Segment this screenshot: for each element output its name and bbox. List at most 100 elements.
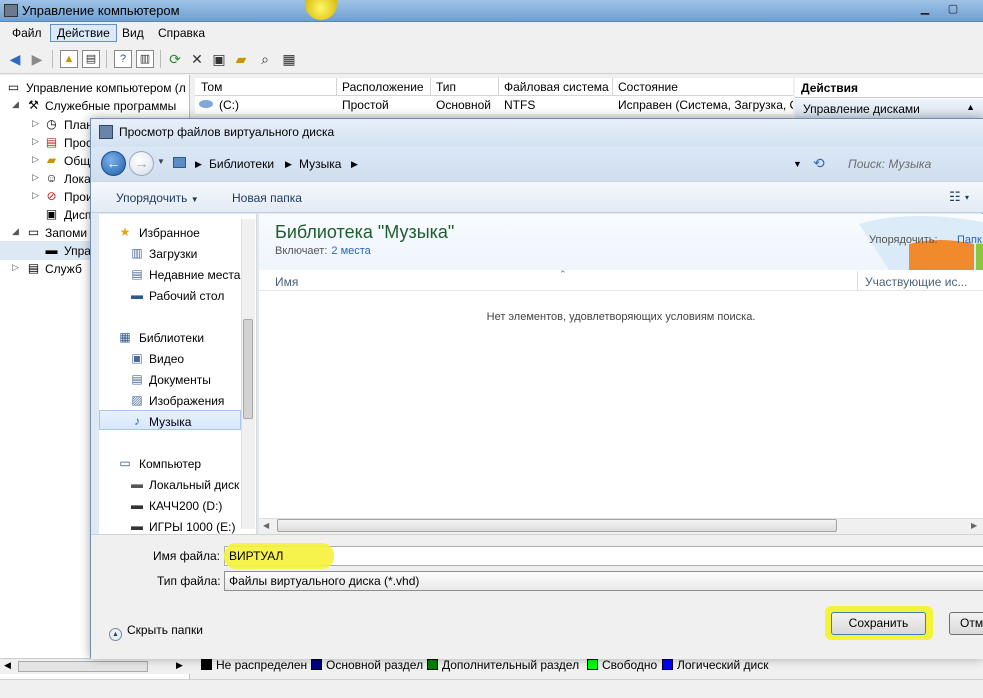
column-header-contributing-artists[interactable]: Участвующие ис... xyxy=(865,275,967,289)
breadcrumb-libraries[interactable]: Библиотеки xyxy=(209,157,274,171)
minimize-button[interactable]: ▁ xyxy=(914,2,936,18)
column-header-layout[interactable]: Расположение xyxy=(342,80,424,94)
open-folder-icon[interactable]: ▰ xyxy=(232,50,250,68)
file-list-scroll-thumb[interactable] xyxy=(277,519,837,532)
filename-label: Имя файла: xyxy=(153,549,220,563)
column-divider[interactable] xyxy=(430,78,431,95)
volume-layout: Простой xyxy=(342,98,389,112)
properties-icon[interactable]: ▣ xyxy=(210,50,228,68)
scroll-thumb[interactable] xyxy=(18,661,148,672)
nav-computer[interactable]: ▭ Компьютер xyxy=(99,453,241,473)
nav-documents[interactable]: ▤ Документы xyxy=(99,369,241,389)
scroll-left-icon[interactable]: ◀ xyxy=(4,660,11,671)
maximize-button[interactable]: ▢ xyxy=(942,2,964,18)
breadcrumb[interactable]: ▶ Библиотеки ▶ Музыка ▶ ▼ xyxy=(173,152,802,175)
back-arrow-icon[interactable]: ◀ xyxy=(6,50,24,68)
collapse-up-icon[interactable]: ▲ xyxy=(966,102,975,112)
new-folder-button[interactable]: Новая папка xyxy=(232,191,302,205)
hide-folders-button[interactable]: ▲ Скрыть папки xyxy=(109,623,203,641)
delete-icon[interactable]: ✕ xyxy=(188,50,206,68)
console-tree-icon[interactable]: ▤ xyxy=(82,50,100,68)
settings-icon[interactable]: ▦ xyxy=(280,50,298,68)
column-header-file-system[interactable]: Файловая система xyxy=(504,80,609,94)
toolbar-separator xyxy=(52,50,53,68)
menu-action[interactable]: Действие xyxy=(50,24,117,42)
organize-button[interactable]: Упорядочить ▼ xyxy=(116,191,199,205)
expand-arrow-icon[interactable]: ▷ xyxy=(32,154,39,165)
nav-recent-places[interactable]: ▤ Недавние места xyxy=(99,264,241,284)
nav-drive-d[interactable]: ▬ КАЧЧ200 (D:) xyxy=(99,495,241,515)
search-magnifier-icon[interactable]: ⌕ xyxy=(256,50,274,68)
collapse-arrow-icon[interactable]: ◢ xyxy=(12,99,19,110)
tree-horizontal-scrollbar[interactable]: ◀ ▶ xyxy=(0,658,190,674)
volume-icon xyxy=(199,100,213,108)
column-header-type[interactable]: Тип xyxy=(436,80,456,94)
volume-status: Исправен (Система, Загрузка, С xyxy=(618,98,793,112)
tree-item-system-tools[interactable]: ◢ ⚒ Служебные программы xyxy=(0,96,190,115)
refresh-icon[interactable]: ⟲ xyxy=(813,155,825,172)
main-toolbar: ◀ ▶ ▲ ▤ ? ▥ ⟳ ✕ ▣ ▰ ⌕ ▦ xyxy=(0,44,983,74)
column-divider[interactable] xyxy=(498,78,499,95)
back-button[interactable]: ← xyxy=(101,151,126,176)
cancel-button[interactable]: Отм xyxy=(949,612,983,635)
legend-swatch xyxy=(587,659,598,670)
column-header-volume[interactable]: Том xyxy=(201,80,222,94)
table-row[interactable]: (C:) Простой Основной NTFS Исправен (Сис… xyxy=(195,96,793,114)
column-header-status[interactable]: Состояние xyxy=(618,80,678,94)
filename-field[interactable] xyxy=(224,546,983,566)
breadcrumb-separator-icon[interactable]: ▶ xyxy=(195,159,202,170)
nav-libraries[interactable]: ▦ Библиотеки xyxy=(99,327,241,347)
nav-local-disk[interactable]: ▬ Локальный диск xyxy=(99,474,241,494)
view-options-icon[interactable]: ☷ xyxy=(949,189,961,205)
nav-downloads[interactable]: ▥ Загрузки xyxy=(99,243,241,263)
search-input[interactable]: Поиск: Музыка xyxy=(829,152,983,175)
filetype-select[interactable]: Файлы виртуального диска (*.vhd) xyxy=(224,571,983,591)
tree-item-computer-management[interactable]: ▭ Управление компьютером (л xyxy=(0,78,190,97)
scroll-right-icon[interactable]: ▶ xyxy=(971,521,977,530)
library-header: Библиотека "Музыка" Включает: 2 места Упо… xyxy=(259,214,983,270)
performance-icon: ⊘ xyxy=(46,189,57,203)
scroll-right-icon[interactable]: ▶ xyxy=(176,660,183,671)
column-divider[interactable] xyxy=(336,78,337,95)
breadcrumb-separator-icon[interactable]: ▶ xyxy=(351,159,358,170)
library-locations-link[interactable]: 2 места xyxy=(331,245,370,257)
address-dropdown-icon[interactable]: ▼ xyxy=(793,159,802,169)
nav-music[interactable]: ♪ Музыка xyxy=(99,410,241,430)
column-divider[interactable] xyxy=(612,78,613,95)
forward-arrow-icon[interactable]: ▶ xyxy=(28,50,46,68)
nav-pictures[interactable]: ▨ Изображения xyxy=(99,390,241,410)
computer-icon: ▭ xyxy=(119,456,131,470)
nav-videos[interactable]: ▣ Видео xyxy=(99,348,241,368)
recent-dropdown-icon[interactable]: ▼ xyxy=(157,157,165,166)
dropdown-arrow-icon: ▼ xyxy=(190,195,199,204)
menu-view[interactable]: Вид xyxy=(116,25,150,41)
forward-button[interactable]: → xyxy=(129,151,154,176)
collapse-arrow-icon[interactable]: ◢ xyxy=(12,226,19,237)
nav-scroll-thumb[interactable] xyxy=(243,319,253,419)
expand-arrow-icon[interactable]: ▷ xyxy=(12,262,19,273)
nav-drive-e[interactable]: ▬ ИГРЫ 1000 (E:) xyxy=(99,516,241,536)
breadcrumb-music[interactable]: Музыка xyxy=(299,157,341,171)
nav-favorites[interactable]: ★ Избранное xyxy=(99,222,241,242)
window-title: Управление компьютером xyxy=(22,3,180,18)
expand-arrow-icon[interactable]: ▷ xyxy=(32,136,39,147)
help-icon[interactable]: ? xyxy=(114,50,132,68)
expand-arrow-icon[interactable]: ▷ xyxy=(32,118,39,129)
menu-file[interactable]: Файл xyxy=(6,25,48,41)
column-divider[interactable] xyxy=(857,271,858,291)
arrange-by-link[interactable]: Папк xyxy=(957,234,982,246)
properties-pane-icon[interactable]: ▥ xyxy=(136,50,154,68)
save-button[interactable]: Сохранить xyxy=(831,612,926,635)
column-header-name[interactable]: Имя xyxy=(275,275,298,289)
nav-desktop[interactable]: ▬ Рабочий стол xyxy=(99,285,241,305)
scroll-left-icon[interactable]: ◀ xyxy=(263,521,269,530)
breadcrumb-separator-icon[interactable]: ▶ xyxy=(285,159,292,170)
command-bar: Упорядочить ▼ Новая папка ☷ ▾ xyxy=(91,181,983,213)
expand-arrow-icon[interactable]: ▷ xyxy=(32,190,39,201)
up-folder-icon[interactable]: ▲ xyxy=(60,50,78,68)
menu-help[interactable]: Справка xyxy=(152,25,211,41)
actions-disk-management[interactable]: Управление дисками ▲ xyxy=(795,99,983,119)
expand-arrow-icon[interactable]: ▷ xyxy=(32,172,39,183)
view-dropdown-icon[interactable]: ▾ xyxy=(965,193,969,202)
refresh-icon[interactable]: ⟳ xyxy=(166,50,184,68)
